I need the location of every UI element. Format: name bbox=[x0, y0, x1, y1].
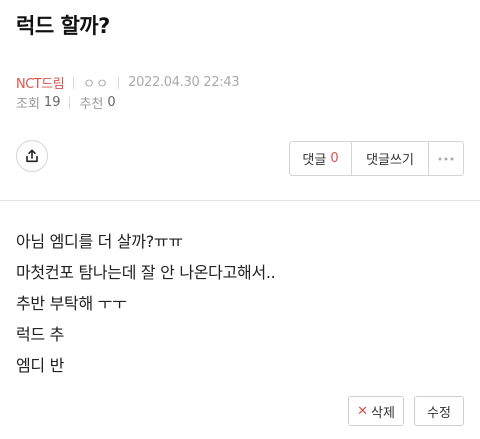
board-name-link[interactable]: NCT드림 bbox=[16, 73, 65, 92]
close-icon: ✕ bbox=[357, 403, 368, 419]
author-name[interactable]: ㅇㅇ bbox=[83, 73, 109, 92]
post-stats: 조회 19 추천 0 bbox=[16, 93, 116, 112]
delete-label: 삭제 bbox=[370, 405, 395, 421]
more-button[interactable] bbox=[429, 142, 463, 175]
content-divider bbox=[0, 200, 480, 201]
edit-button[interactable]: 수정 bbox=[414, 396, 464, 426]
post-title: 럭드 할까? bbox=[16, 14, 110, 38]
recommend-count: 0 bbox=[107, 95, 116, 110]
comment-button[interactable]: 댓글 0 bbox=[290, 142, 352, 175]
share-icon bbox=[26, 149, 38, 163]
post-body: 아님 엠디를 더 살까?ㅠㅠ 마첫컨포 탐나는데 잘 안 나온다고해서.. 추반… bbox=[16, 226, 276, 381]
body-line: 마첫컨포 탐나는데 잘 안 나온다고해서.. bbox=[16, 263, 276, 282]
share-button[interactable] bbox=[16, 140, 48, 172]
post-date: 2022.04.30 22:43 bbox=[128, 75, 240, 90]
meta-divider bbox=[118, 76, 120, 89]
comment-label: 댓글 bbox=[302, 153, 327, 168]
body-line: 아님 엠디를 더 살까?ㅠㅠ bbox=[16, 232, 183, 251]
body-line: 엠디 반 bbox=[16, 356, 65, 375]
views-count: 19 bbox=[43, 95, 61, 110]
views-label: 조회 bbox=[16, 97, 40, 112]
write-comment-button[interactable]: 댓글쓰기 bbox=[352, 142, 429, 175]
meta-divider bbox=[73, 76, 75, 89]
delete-button[interactable]: ✕ 삭제 bbox=[348, 396, 404, 426]
comment-count: 0 bbox=[330, 151, 339, 166]
recommend-label: 추천 bbox=[79, 97, 104, 112]
more-horizontal-icon bbox=[438, 157, 454, 160]
body-line: 럭드 추 bbox=[16, 325, 65, 344]
post-meta: NCT드림 ㅇㅇ 2022.04.30 22:43 bbox=[16, 73, 240, 92]
body-line: 추반 부탁해 ㅜㅜ bbox=[16, 294, 127, 313]
comment-actions: 댓글 0 댓글쓰기 bbox=[289, 141, 464, 176]
meta-divider bbox=[69, 96, 71, 109]
